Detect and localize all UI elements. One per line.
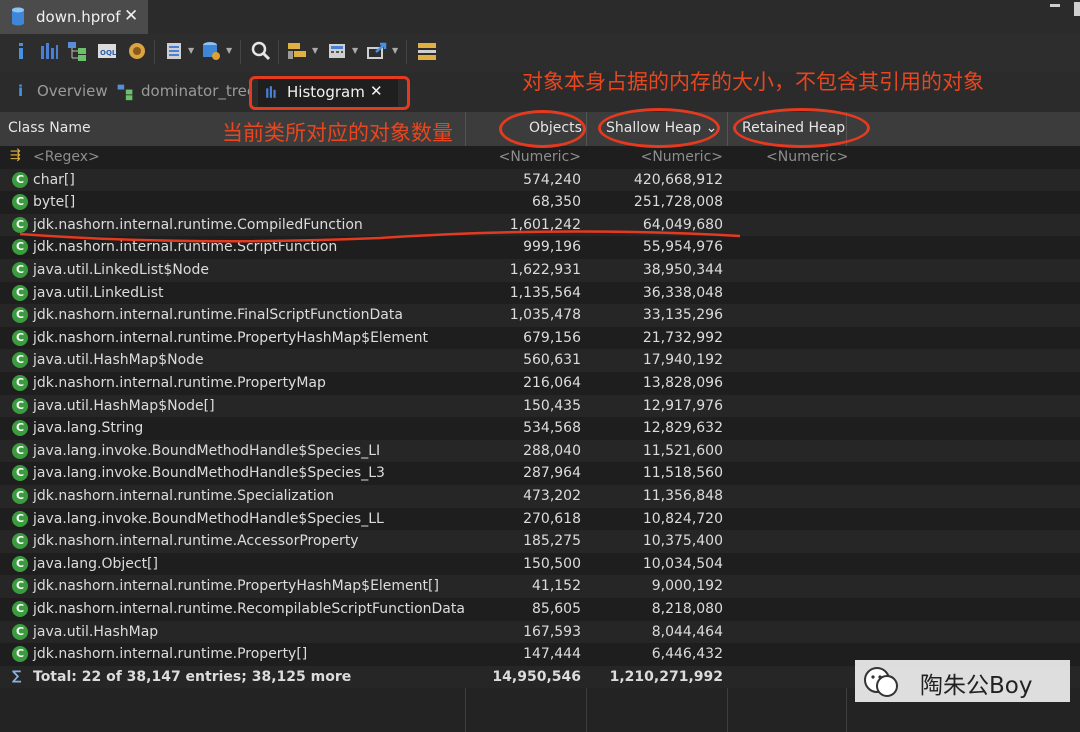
compiled-function-underline <box>19 230 741 243</box>
watermark-text: 陶朱公Boy <box>920 673 1033 699</box>
